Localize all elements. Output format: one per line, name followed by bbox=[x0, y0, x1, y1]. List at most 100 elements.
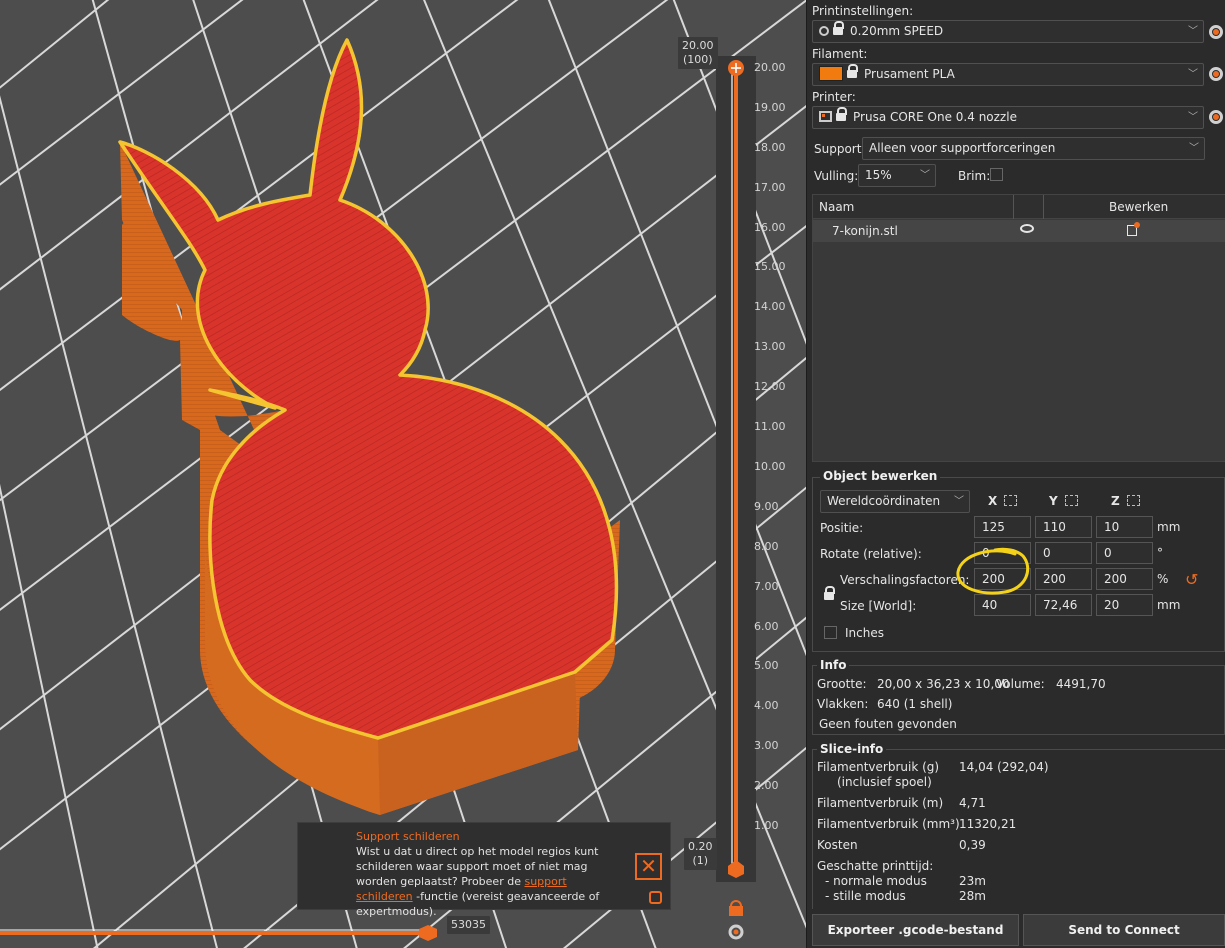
scale-unit: % bbox=[1157, 572, 1169, 586]
filament-value: Prusament PLA bbox=[864, 67, 955, 81]
lock-icon bbox=[847, 64, 858, 79]
axis-header-x: X bbox=[988, 494, 1018, 508]
layer-tick-label: 8.00 bbox=[754, 539, 779, 553]
chevron-down-icon: ﹀ bbox=[1188, 69, 1198, 80]
filament-label: Filament: bbox=[812, 47, 868, 61]
print-preview-scene[interactable] bbox=[0, 0, 806, 948]
inches-checkbox[interactable] bbox=[824, 626, 837, 639]
hint-title: Support schilderen bbox=[356, 830, 460, 843]
right-sidebar: Printinstellingen: 0.20mm SPEED ﹀ Filame… bbox=[806, 0, 1225, 948]
size-z-input[interactable]: 20 bbox=[1096, 594, 1153, 616]
chevron-down-icon: ﹀ bbox=[954, 496, 964, 507]
printer-icon bbox=[819, 111, 832, 122]
cost-label: Kosten bbox=[817, 838, 858, 852]
position-z-input[interactable]: 10 bbox=[1096, 516, 1153, 538]
column-name-header[interactable]: Naam bbox=[819, 200, 854, 214]
axis-header-z: Z bbox=[1111, 494, 1140, 508]
export-gcode-button[interactable]: Exporteer .gcode-bestand bbox=[812, 914, 1019, 946]
brim-checkbox[interactable] bbox=[990, 168, 1003, 181]
print-time-label: Geschatte printtijd: bbox=[817, 859, 934, 873]
layer-bottom-label: 0.20 (1) bbox=[684, 838, 717, 870]
axis-drop-icon[interactable] bbox=[1064, 495, 1078, 506]
horizontal-slider-handle bbox=[419, 925, 437, 941]
axis-drop-icon[interactable] bbox=[1126, 495, 1140, 506]
errors-status: Geen fouten gevonden bbox=[819, 717, 957, 731]
object-list-header: Naam Bewerken bbox=[813, 195, 1225, 219]
axis-header-y: Y bbox=[1049, 494, 1078, 508]
filament-combo[interactable]: Prusament PLA ﹀ bbox=[812, 63, 1204, 86]
print-profile-gear-icon bbox=[819, 26, 829, 36]
print-settings-gear-icon[interactable] bbox=[1209, 25, 1223, 39]
chevron-down-icon: ﹀ bbox=[1189, 143, 1199, 154]
rotate-unit: ° bbox=[1157, 546, 1163, 560]
facets-label: Vlakken: bbox=[817, 697, 869, 711]
layer-tick-label: 12.00 bbox=[754, 380, 786, 394]
size-label: Size [World]: bbox=[840, 599, 917, 613]
normal-mode-label: - normale modus bbox=[825, 874, 927, 888]
printer-gear-icon[interactable] bbox=[1209, 110, 1223, 124]
object-edit-title: Object bewerken bbox=[820, 469, 941, 483]
lock-icon bbox=[833, 21, 844, 36]
object-list-row[interactable]: 7-konijn.stl bbox=[813, 220, 1225, 242]
printer-combo[interactable]: Prusa CORE One 0.4 nozzle ﹀ bbox=[812, 106, 1204, 129]
print-settings-combo[interactable]: 0.20mm SPEED ﹀ bbox=[812, 20, 1204, 43]
send-to-connect-button[interactable]: Send to Connect bbox=[1023, 914, 1225, 946]
layer-bottom-value: 0.20 bbox=[688, 840, 713, 853]
layer-top-index: (100) bbox=[682, 53, 713, 66]
info-title: Info bbox=[817, 658, 850, 672]
object-name: 7-konijn.stl bbox=[832, 224, 898, 238]
position-y-input[interactable]: 110 bbox=[1035, 516, 1092, 538]
reset-scale-icon[interactable]: ↺ bbox=[1185, 570, 1198, 589]
size-value: 20,00 x 36,23 x 10,00 bbox=[877, 677, 1010, 691]
slice-info-title: Slice-info bbox=[817, 742, 887, 756]
position-x-input[interactable]: 125 bbox=[974, 516, 1031, 538]
3d-viewport[interactable]: 20.00 (100) 0.20 (1) 53035 20.00 19.00 18.… bbox=[0, 0, 806, 948]
layer-tick-label: 2.00 bbox=[754, 779, 779, 793]
edit-settings-icon[interactable] bbox=[1127, 222, 1140, 236]
layer-tick-label: 14.00 bbox=[754, 300, 786, 314]
rotate-z-input[interactable]: 0 bbox=[1096, 542, 1153, 564]
layer-top-label: 20.00 (100) bbox=[678, 37, 718, 69]
layer-tick-label: 11.00 bbox=[754, 420, 786, 434]
hint-settings-icon[interactable] bbox=[649, 891, 662, 904]
layer-tick-label: 5.00 bbox=[754, 659, 779, 673]
filament-mm3-value: 11320,21 bbox=[959, 817, 1017, 831]
filament-m-value: 4,71 bbox=[959, 796, 986, 810]
brim-label: Brim: bbox=[958, 169, 991, 183]
scale-y-input[interactable]: 200 bbox=[1035, 568, 1092, 590]
filament-color-swatch bbox=[819, 66, 843, 81]
filament-m-label: Filamentverbruik (m) bbox=[817, 796, 944, 810]
layer-tick-label: 4.00 bbox=[754, 699, 779, 713]
filament-gear-icon[interactable] bbox=[1209, 67, 1223, 81]
object-list: Naam Bewerken 7-konijn.stl bbox=[812, 194, 1225, 462]
support-value: Alleen voor supportforceringen bbox=[869, 141, 1056, 155]
scale-z-input[interactable]: 200 bbox=[1096, 568, 1153, 590]
size-label: Grootte: bbox=[817, 677, 867, 691]
layer-tick-label: 9.00 bbox=[754, 499, 779, 513]
coordinate-mode-combo[interactable]: Wereldcoördinaten ﹀ bbox=[820, 490, 970, 513]
hint-notification: Support schilderen Wist u dat u direct o… bbox=[297, 822, 671, 918]
rotate-label: Rotate (relative): bbox=[820, 547, 922, 561]
filament-mm3-label: Filamentverbruik (mm³) bbox=[817, 817, 960, 831]
layer-bottom-index: (1) bbox=[692, 854, 709, 867]
normal-mode-value: 23m bbox=[959, 874, 986, 888]
support-combo[interactable]: Alleen voor supportforceringen ﹀ bbox=[862, 137, 1205, 160]
infill-combo[interactable]: 15% ﹀ bbox=[858, 164, 936, 187]
silent-mode-label: - stille modus bbox=[825, 889, 906, 903]
volume-label: Volume: bbox=[996, 677, 1045, 691]
printer-label: Printer: bbox=[812, 90, 856, 104]
axis-label: Z bbox=[1111, 494, 1120, 508]
silent-mode-value: 28m bbox=[959, 889, 986, 903]
layer-tick-label: 3.00 bbox=[754, 739, 779, 753]
rotate-y-input[interactable]: 0 bbox=[1035, 542, 1092, 564]
hint-close-button[interactable]: ✕ bbox=[635, 853, 662, 880]
column-edit-header[interactable]: Bewerken bbox=[1109, 200, 1168, 214]
inches-label: Inches bbox=[845, 626, 884, 640]
filament-g-value: 14,04 (292,04) bbox=[959, 760, 1049, 774]
eye-icon[interactable] bbox=[1020, 224, 1034, 233]
size-y-input[interactable]: 72,46 bbox=[1035, 594, 1092, 616]
axis-label: X bbox=[988, 494, 998, 508]
chevron-down-icon: ﹀ bbox=[1188, 26, 1198, 37]
axis-drop-icon[interactable] bbox=[1004, 495, 1018, 506]
infill-value: 15% bbox=[865, 168, 892, 182]
